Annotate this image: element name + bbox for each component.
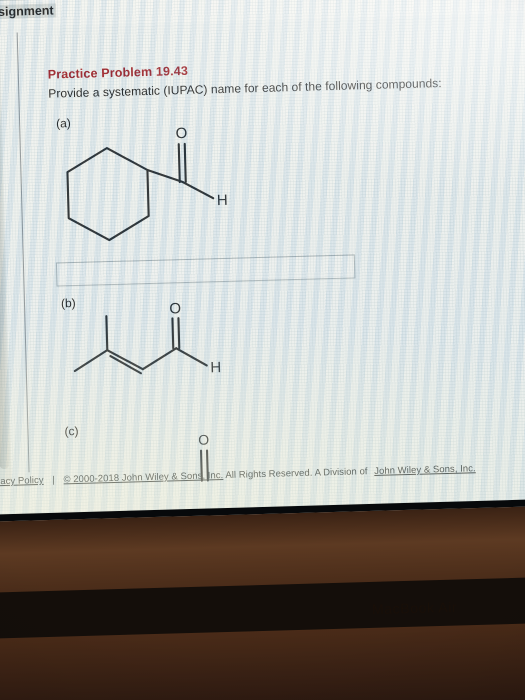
- part-b-hydrogen-label: H: [210, 359, 221, 376]
- privacy-policy-link[interactable]: Privacy Policy: [0, 475, 44, 488]
- page-footer: Privacy Policy | © 2000-2018 John Wiley …: [0, 460, 525, 487]
- breadcrumb[interactable]: ssignment: [0, 3, 56, 20]
- part-b-oxygen-label: O: [169, 300, 181, 317]
- page-title: Practice Problem 19.43: [47, 63, 189, 82]
- sub-nav-bar: [0, 0, 525, 29]
- content-panel-left-border: [16, 32, 30, 473]
- part-a-oxygen-label: O: [175, 125, 187, 142]
- cyclohexanecarbaldehyde-structure: O H: [50, 123, 233, 258]
- rights-reserved-text: All Rights Reserved. A Division of: [225, 466, 368, 482]
- 3-methylbut-2-enal-structure: O H: [55, 300, 237, 400]
- part-c-label: (c): [64, 423, 79, 439]
- part-a-hydrogen-label: H: [217, 192, 228, 209]
- answer-input-a[interactable]: [55, 254, 356, 287]
- division-link[interactable]: John Wiley & Sons, Inc.: [370, 463, 476, 477]
- browser-window: Practice Assignment Gradebook ORION Down…: [0, 0, 525, 572]
- macbook-brand-label: MacBook Air: [371, 598, 458, 618]
- copyright-link[interactable]: © 2000-2018 John Wiley & Sons, Inc.: [63, 470, 223, 485]
- footer-separator: |: [52, 474, 55, 486]
- part-c-oxygen-label: O: [198, 431, 209, 447]
- laptop-screen-photo: Practice Assignment Gradebook ORION Down…: [0, 0, 525, 700]
